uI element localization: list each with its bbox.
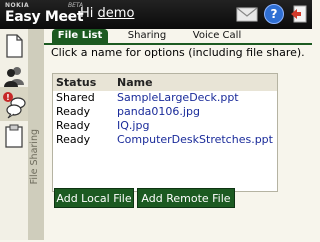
table-row[interactable]: Ready IQ.jpg bbox=[53, 119, 277, 133]
table-row[interactable]: Ready ComputerDeskStretches.ppt bbox=[53, 133, 277, 147]
chat-alert-badge: ! bbox=[6, 93, 10, 102]
file-status: Shared bbox=[56, 91, 95, 104]
chat-icon[interactable]: ! bbox=[3, 91, 26, 119]
tab-file-list[interactable]: File List bbox=[52, 29, 108, 43]
greeting-text: Hi bbox=[80, 6, 94, 21]
add-remote-file-button[interactable]: Add Remote File bbox=[137, 188, 235, 208]
app-header: NOKIA BETA Easy Meet Hi demo ? bbox=[0, 0, 312, 29]
username-link[interactable]: demo bbox=[98, 6, 135, 21]
column-header-status: Status bbox=[56, 76, 97, 89]
document-icon[interactable] bbox=[3, 33, 25, 59]
file-status: Ready bbox=[56, 119, 91, 132]
file-sharing-vertical-tab[interactable]: File Sharing bbox=[28, 29, 45, 240]
file-name-link[interactable]: IQ.jpg bbox=[117, 119, 149, 133]
app-title: Easy Meet bbox=[5, 9, 84, 25]
left-rail: ! bbox=[0, 29, 29, 240]
help-icon[interactable]: ? bbox=[264, 4, 284, 24]
clipboard-icon[interactable] bbox=[3, 123, 25, 149]
table-row[interactable]: Ready panda0106.jpg bbox=[53, 105, 277, 119]
table-row[interactable]: Shared SampleLargeDeck.ppt bbox=[53, 91, 277, 105]
column-header-name: Name bbox=[117, 76, 153, 89]
tab-bar: File List Sharing Voice Call bbox=[44, 29, 312, 43]
file-list-panel: Click a name for options (including file… bbox=[44, 43, 312, 242]
tab-voice-call[interactable]: Voice Call bbox=[180, 29, 254, 43]
file-table: Status Name Shared SampleLargeDeck.ppt R… bbox=[52, 73, 278, 192]
instruction-text: Click a name for options (including file… bbox=[51, 46, 305, 59]
contacts-icon[interactable] bbox=[3, 63, 25, 89]
brand-small: NOKIA bbox=[5, 2, 30, 9]
file-name-link[interactable]: panda0106.jpg bbox=[117, 105, 200, 119]
file-name-link[interactable]: ComputerDeskStretches.ppt bbox=[117, 133, 273, 147]
greeting: Hi demo bbox=[80, 6, 134, 21]
file-status: Ready bbox=[56, 133, 91, 146]
mail-icon[interactable] bbox=[236, 4, 258, 24]
exit-icon[interactable] bbox=[290, 4, 308, 24]
vertical-tab-label: File Sharing bbox=[29, 129, 40, 185]
file-status: Ready bbox=[56, 105, 91, 118]
file-name-link[interactable]: SampleLargeDeck.ppt bbox=[117, 91, 239, 105]
tab-sharing[interactable]: Sharing bbox=[116, 29, 178, 43]
add-local-file-button[interactable]: Add Local File bbox=[54, 188, 134, 208]
table-header: Status Name bbox=[53, 74, 277, 91]
table-body: Shared SampleLargeDeck.ppt Ready panda01… bbox=[53, 91, 277, 147]
